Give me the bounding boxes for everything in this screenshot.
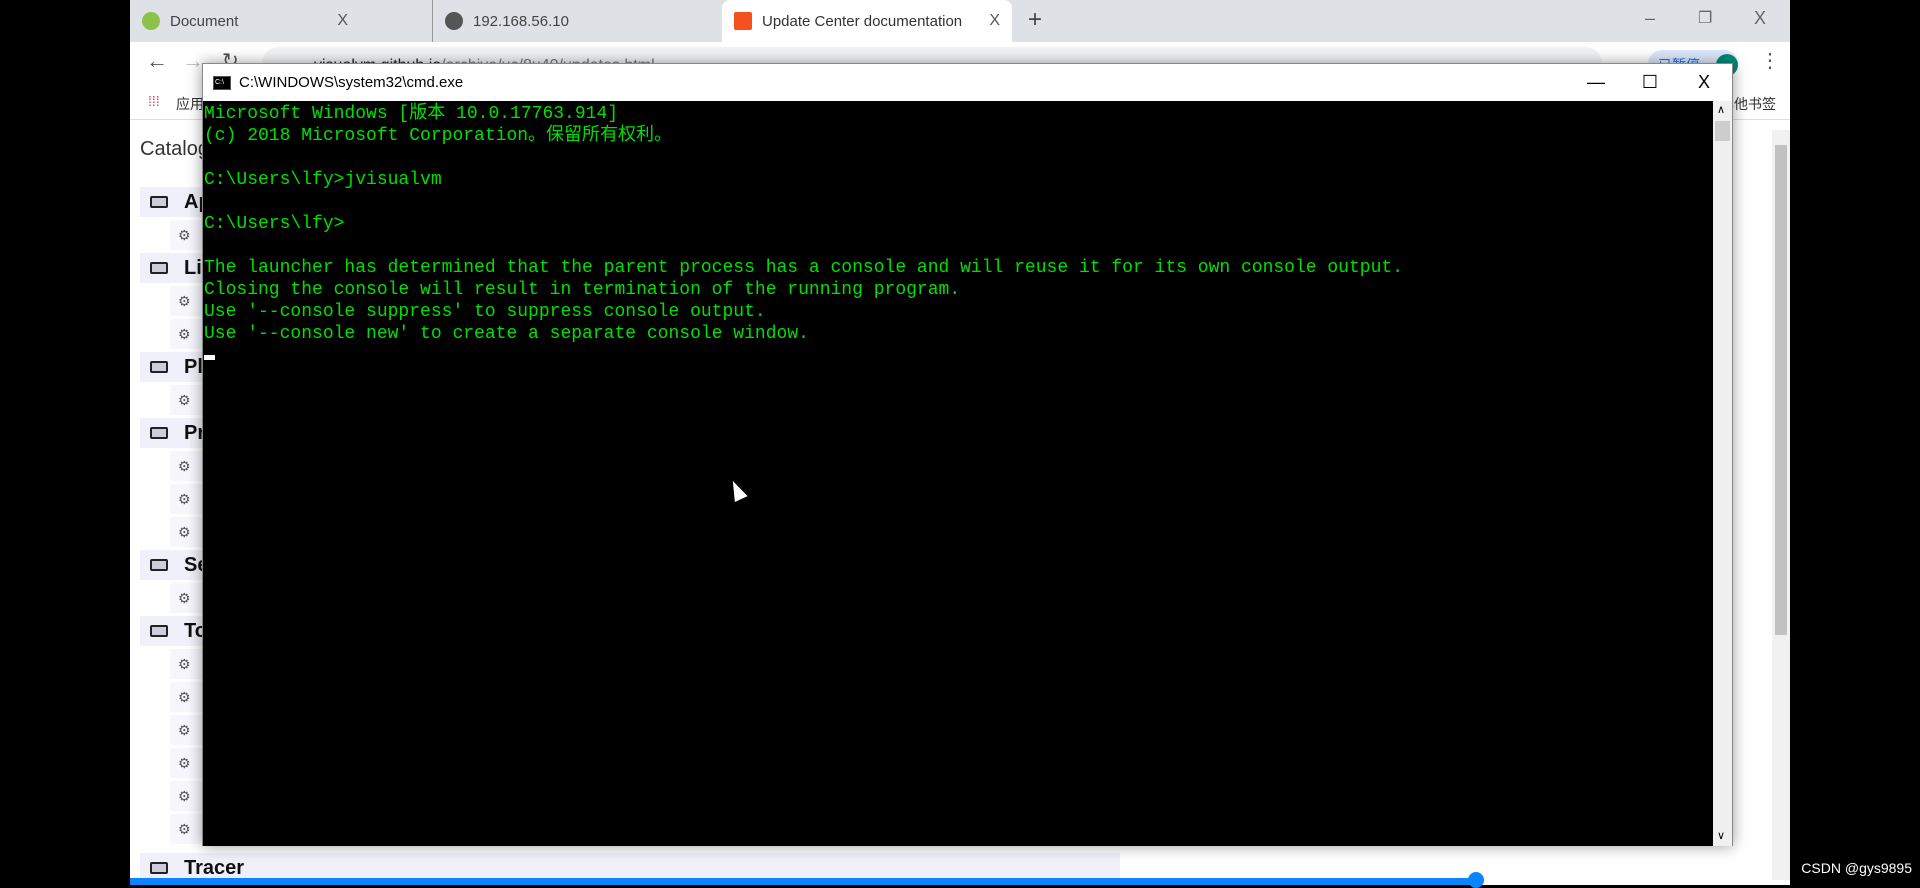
globe-icon bbox=[445, 12, 463, 30]
console-line: The launcher has determined that the par… bbox=[204, 258, 1403, 278]
console-line: Microsoft Windows [版本 10.0.17763.914] bbox=[204, 104, 619, 124]
visualvm-icon bbox=[734, 12, 752, 30]
plugin-icon: ⚙ bbox=[178, 458, 191, 474]
console-line: C:\Users\lfy> bbox=[204, 214, 345, 234]
cmd-close-button[interactable]: X bbox=[1681, 64, 1727, 101]
scrollbar-thumb[interactable] bbox=[1775, 145, 1787, 635]
close-browser-button[interactable]: X bbox=[1754, 8, 1766, 29]
console-line: Use '--console new' to create a separate… bbox=[204, 324, 809, 344]
cmd-minimize-button[interactable]: — bbox=[1573, 64, 1619, 101]
plugin-icon: ⚙ bbox=[178, 392, 191, 408]
progress-knob[interactable] bbox=[1468, 872, 1484, 888]
folder-icon bbox=[150, 262, 168, 274]
text-cursor bbox=[204, 355, 215, 360]
bookmark-apps[interactable]: 应用 bbox=[176, 94, 204, 114]
menu-icon[interactable]: ⋮ bbox=[1760, 48, 1780, 73]
console-line: Use '--console suppress' to suppress con… bbox=[204, 302, 766, 322]
tab-bar: Document X 192.168.56.10 X Update Center d… bbox=[130, 0, 1790, 42]
catalog-title: Catalog bbox=[140, 138, 209, 160]
folder-icon bbox=[150, 625, 168, 637]
forward-icon[interactable]: → bbox=[182, 48, 204, 74]
cmd-title: C:\WINDOWS\system32\cmd.exe bbox=[239, 74, 464, 91]
plugin-icon: ⚙ bbox=[178, 755, 191, 771]
restore-button[interactable]: ❐ bbox=[1698, 8, 1712, 28]
plugin-icon: ⚙ bbox=[178, 788, 191, 804]
tab-label: Document bbox=[170, 12, 239, 30]
plugin-icon: ⚙ bbox=[178, 326, 191, 342]
plugin-icon: ⚙ bbox=[178, 524, 191, 540]
tab-label: Update Center documentation bbox=[762, 12, 963, 30]
tab-update-center[interactable]: Update Center documentation X bbox=[722, 0, 1012, 42]
console-line: (c) 2018 Microsoft Corporation。保留所有权利。 bbox=[204, 126, 673, 146]
page-scrollbar[interactable] bbox=[1772, 130, 1790, 880]
plugin-icon: ⚙ bbox=[178, 590, 191, 606]
progress-bar bbox=[130, 878, 1475, 885]
plugin-icon: ⚙ bbox=[178, 689, 191, 705]
tab-label: 192.168.56.10 bbox=[473, 12, 569, 30]
scroll-down-icon[interactable]: ∨ bbox=[1717, 829, 1725, 842]
spring-leaf-icon bbox=[142, 12, 160, 30]
plugin-icon: ⚙ bbox=[178, 293, 191, 309]
console-line: C:\Users\lfy>jvisualvm bbox=[204, 170, 442, 190]
console-scrollbar[interactable]: ∧ ∨ bbox=[1713, 101, 1732, 846]
folder-icon bbox=[150, 427, 168, 439]
console-output[interactable]: Microsoft Windows [版本 10.0.17763.914] (c)… bbox=[203, 101, 1713, 846]
scrollbar-thumb[interactable] bbox=[1715, 121, 1730, 141]
group-label: Tracer bbox=[184, 856, 245, 879]
cmd-icon: C:\ bbox=[213, 75, 231, 90]
plugin-icon: ⚙ bbox=[178, 227, 191, 243]
console-line bbox=[204, 345, 1713, 367]
folder-icon bbox=[150, 196, 168, 208]
cmd-title-bar[interactable]: C:\ C:\WINDOWS\system32\cmd.exe bbox=[203, 64, 1732, 101]
plugin-icon: ⚙ bbox=[178, 491, 191, 507]
watermark: CSDN @gys9895 bbox=[1801, 860, 1912, 876]
new-tab-button[interactable]: + bbox=[1028, 6, 1042, 34]
apps-grid-icon: ⁞⁞⁞ bbox=[148, 93, 160, 109]
minimize-button[interactable]: – bbox=[1645, 8, 1655, 29]
back-icon[interactable]: ← bbox=[146, 48, 168, 74]
plugin-icon: ⚙ bbox=[178, 722, 191, 738]
cmd-window: C:\ C:\WINDOWS\system32\cmd.exe — ☐ X Mi… bbox=[202, 63, 1733, 846]
folder-icon bbox=[150, 559, 168, 571]
close-tab-icon[interactable]: X bbox=[989, 12, 1000, 30]
tab-document[interactable]: Document X bbox=[130, 0, 360, 42]
plugin-icon: ⚙ bbox=[178, 821, 191, 837]
plugin-icon: ⚙ bbox=[178, 656, 191, 672]
cmd-maximize-button[interactable]: ☐ bbox=[1627, 64, 1673, 101]
folder-icon bbox=[150, 862, 168, 874]
scroll-up-icon[interactable]: ∧ bbox=[1717, 103, 1725, 116]
console-line: Closing the console will result in termi… bbox=[204, 280, 961, 300]
folder-icon bbox=[150, 361, 168, 373]
close-tab-icon[interactable]: X bbox=[337, 12, 348, 30]
